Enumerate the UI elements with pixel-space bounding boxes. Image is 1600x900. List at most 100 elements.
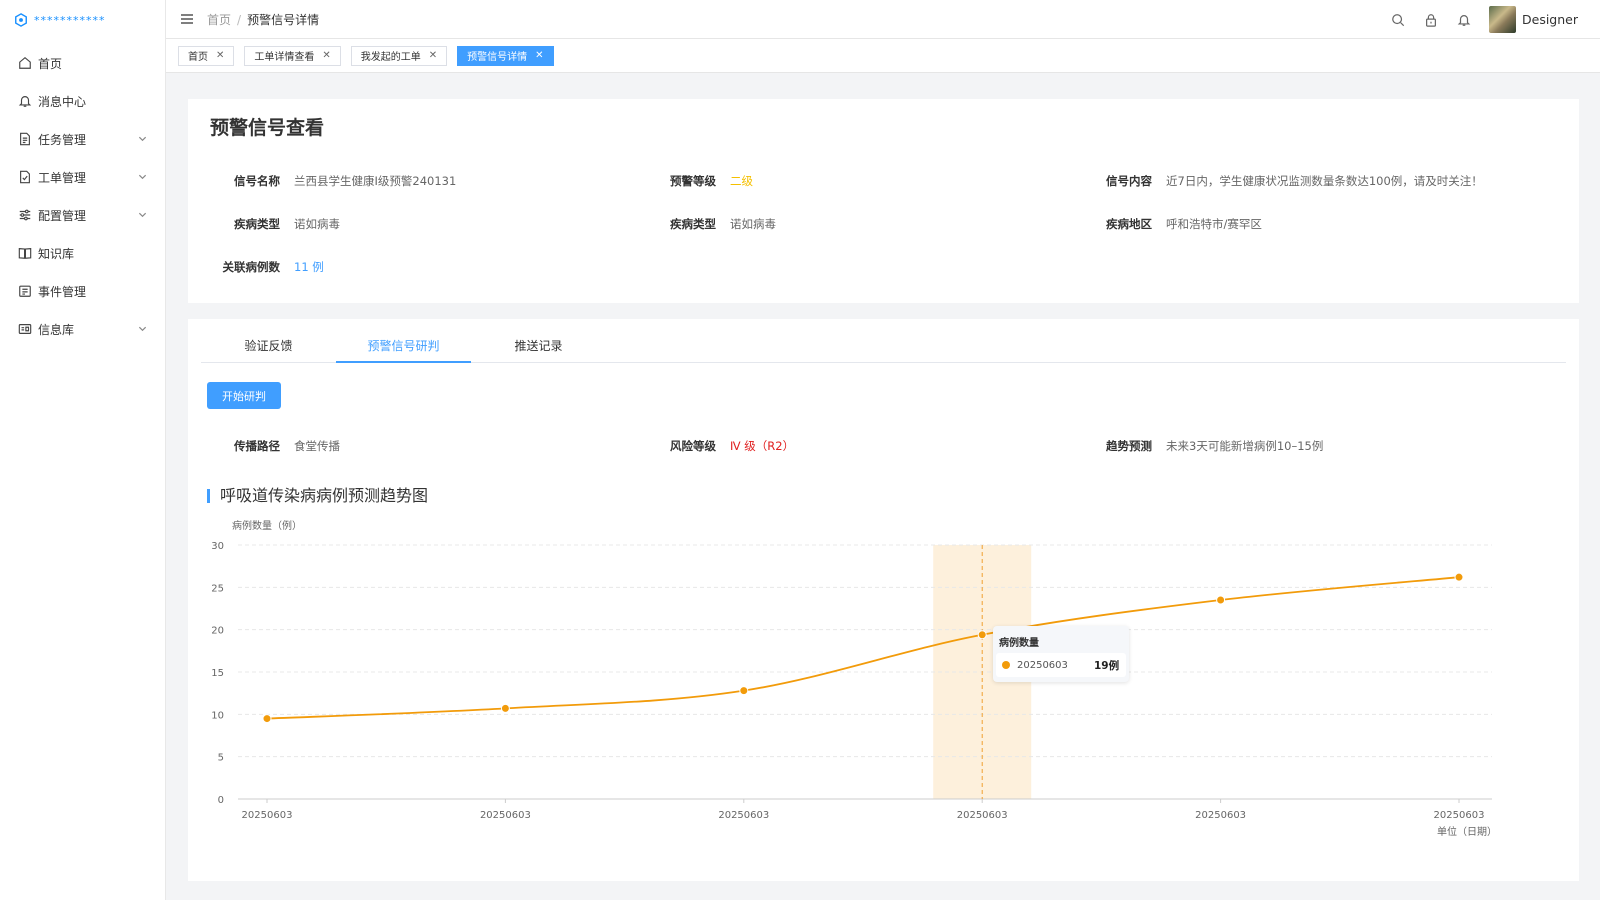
- sidebar-menu: 首页 消息中心 任务管理 工单管理 配置管理 知识库 事件管理 信息库: [0, 46, 165, 346]
- sidebar-item-home[interactable]: 首页: [0, 46, 165, 80]
- y-tick-label: 5: [218, 753, 224, 764]
- sidebar-item-label: 事件管理: [38, 284, 87, 299]
- card-icon: [18, 324, 32, 334]
- signal-detail-card: 预警信号查看 信号名称 兰西县学生健康Ⅰ级预警240131 预警等级 二级 信号…: [188, 99, 1579, 303]
- close-icon[interactable]: ✕: [322, 50, 330, 61]
- series-line: [266, 576, 1460, 720]
- x-tick-label: 20250603: [242, 810, 293, 821]
- field-label: 疾病地区: [1106, 217, 1152, 231]
- x-tick-label: 20250603: [1434, 810, 1485, 821]
- y-tick-label: 15: [211, 668, 224, 679]
- page-tab-workorder-detail[interactable]: 工单详情查看 ✕: [244, 45, 341, 66]
- app-logo[interactable]: ***********: [0, 0, 165, 40]
- x-tick-label: 20250603: [1195, 810, 1246, 821]
- sidebar-item-knowledge[interactable]: 知识库: [0, 236, 165, 270]
- page-title: 预警信号查看: [210, 117, 325, 139]
- page-tab-my-workorders[interactable]: 我发起的工单 ✕: [350, 45, 448, 66]
- data-point: [500, 703, 510, 713]
- search-icon[interactable]: [1391, 13, 1405, 27]
- field-value: 二级: [730, 174, 753, 188]
- sidebar: *********** 首页 消息中心 任务管理 工单管理 配置管理 知识库 事…: [0, 0, 166, 900]
- close-icon[interactable]: ✕: [535, 50, 543, 61]
- x-tick-label: 20250603: [480, 810, 531, 821]
- data-point: [977, 630, 987, 640]
- data-point: [1216, 595, 1226, 605]
- field-disease-type: 疾病类型 诺如病毒: [220, 216, 340, 232]
- field-label: 信号名称: [234, 174, 280, 188]
- tooltip-title: 病例数量: [999, 638, 1039, 649]
- y-tick-label: 10: [211, 710, 224, 721]
- trend-chart: 051015202530病例数量（例）20250603 20250603 20250…: [211, 519, 1497, 838]
- field-signal-content: 信号内容 近7日内，学生健康状况监测数量条数达100例，请及时关注！: [1092, 173, 1483, 189]
- sidebar-item-workorders[interactable]: 工单管理: [0, 160, 165, 194]
- chevron-down-icon: [138, 212, 147, 218]
- field-disease-area: 疾病地区 呼和浩特市/赛罕区: [1092, 216, 1262, 232]
- field-warning-level: 预警等级 二级: [656, 173, 753, 189]
- sidebar-item-config[interactable]: 配置管理: [0, 198, 165, 232]
- document-icon: [20, 132, 30, 146]
- field-value: 兰西县学生健康Ⅰ级预警240131: [294, 174, 457, 188]
- field-related-cases: 关联病例数 11 例: [220, 259, 324, 275]
- x-axis-label: 单位（日期）: [1437, 825, 1497, 838]
- page-tab-label: 首页: [188, 52, 208, 63]
- sidebar-item-label: 信息库: [38, 322, 75, 337]
- logo-icon: [15, 13, 27, 27]
- y-tick-label: 0: [218, 795, 224, 806]
- field-value: 呼和浩特市/赛罕区: [1166, 217, 1262, 231]
- book-icon: [18, 248, 32, 259]
- breadcrumb: 首页 / 预警信号详情: [207, 11, 319, 28]
- logo-text: ***********: [34, 13, 106, 27]
- sidebar-item-messages[interactable]: 消息中心: [0, 84, 165, 118]
- sidebar-item-infobase[interactable]: 信息库: [0, 312, 165, 346]
- field-value: 近7日内，学生健康状况监测数量条数达100例，请及时关注！: [1166, 174, 1483, 188]
- y-tick-label: 30: [211, 541, 224, 552]
- field-disease-type-2: 疾病类型 诺如病毒: [656, 216, 776, 232]
- sidebar-item-tasks[interactable]: 任务管理: [0, 122, 165, 156]
- top-header: 首页 / 预警信号详情 Designer: [166, 0, 1600, 39]
- sidebar-item-label: 配置管理: [38, 208, 87, 223]
- field-label: 疾病类型: [670, 217, 716, 231]
- avatar[interactable]: [1489, 6, 1516, 33]
- tooltip-x: 20250603: [1017, 659, 1068, 671]
- calendar-icon: [19, 285, 31, 297]
- close-icon[interactable]: ✕: [216, 50, 224, 61]
- sidebar-item-events[interactable]: 事件管理: [0, 274, 165, 308]
- close-icon[interactable]: ✕: [429, 50, 437, 61]
- breadcrumb-separator: /: [237, 12, 242, 27]
- page-tab-warning-detail[interactable]: 预警信号详情 ✕: [457, 45, 554, 66]
- field-value: 诺如病毒: [730, 217, 776, 231]
- home-icon: [19, 57, 31, 69]
- field-label: 疾病类型: [234, 217, 280, 231]
- user-name[interactable]: Designer: [1522, 12, 1578, 27]
- sidebar-item-label: 消息中心: [38, 94, 87, 109]
- page-tabs-bar: 首页 ✕ 工单详情查看 ✕ 我发起的工单 ✕ 预警信号详情 ✕: [166, 39, 1600, 73]
- y-tick-label: 20: [211, 626, 224, 637]
- analysis-card: 验证反馈 预警信号研判 推送记录 开始研判 传播路径 食堂传播 风险等级 Ⅳ 级…: [188, 319, 1579, 881]
- data-point: [1454, 572, 1464, 582]
- field-value: 诺如病毒: [294, 217, 340, 231]
- related-cases-link[interactable]: 11 例: [294, 259, 324, 275]
- field-label: 信号内容: [1106, 174, 1152, 188]
- breadcrumb-home[interactable]: 首页: [207, 13, 231, 27]
- tooltip-value: 19例: [1094, 659, 1120, 672]
- lock-icon[interactable]: [1424, 13, 1438, 27]
- sliders-icon: [19, 209, 31, 221]
- bell-icon[interactable]: [1457, 13, 1471, 27]
- x-tick-label: 20250603: [718, 810, 769, 821]
- tooltip-row: 20250603 19例: [996, 653, 1126, 677]
- sidebar-item-label: 工单管理: [38, 170, 87, 185]
- data-point: [262, 714, 272, 724]
- breadcrumb-current: 预警信号详情: [247, 12, 320, 27]
- sidebar-item-label: 首页: [38, 56, 63, 71]
- field-label: 关联病例数: [222, 260, 281, 274]
- chart-tooltip: 病例数量 20250603 19例: [993, 626, 1129, 682]
- field-signal-name: 信号名称 兰西县学生健康Ⅰ级预警240131: [220, 173, 456, 189]
- form-icon: [20, 170, 30, 184]
- page-tab-home[interactable]: 首页 ✕: [178, 45, 235, 66]
- page-tab-label: 工单详情查看: [254, 52, 315, 63]
- hamburger-icon[interactable]: [181, 14, 193, 24]
- chevron-down-icon: [138, 326, 147, 332]
- y-tick-label: 25: [211, 583, 224, 594]
- x-tick-label: 20250603: [957, 810, 1008, 821]
- y-axis-label: 病例数量（例）: [232, 519, 302, 532]
